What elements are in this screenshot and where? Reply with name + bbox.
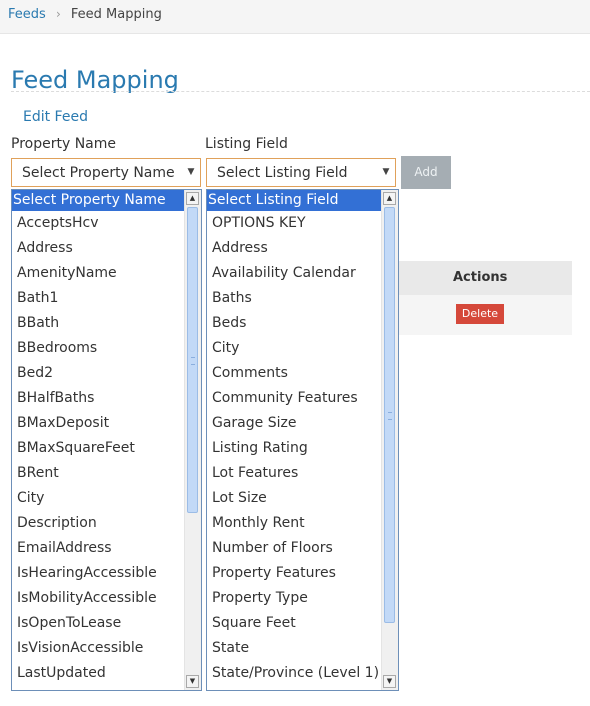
property-option[interactable]: BBath <box>12 311 184 336</box>
property-option[interactable]: IsHearingAccessible <box>12 561 184 586</box>
property-option[interactable]: Address <box>12 236 184 261</box>
breadcrumb-current: Feed Mapping <box>70 7 162 22</box>
property-options: Select Property Name AcceptsHcv Address Ame… <box>12 190 184 686</box>
property-name-label: Property Name <box>11 136 116 152</box>
listing-option[interactable]: Availability Calendar <box>207 261 381 286</box>
property-option[interactable]: AmenityName <box>12 261 184 286</box>
grip-icon <box>388 412 392 420</box>
property-option[interactable]: BHalfBaths <box>12 386 184 411</box>
property-option[interactable]: IsOpenToLease <box>12 611 184 636</box>
property-option[interactable]: BRent <box>12 461 184 486</box>
listing-field-select[interactable]: Select Listing Field ▼ <box>206 158 396 187</box>
property-option[interactable]: Bed2 <box>12 361 184 386</box>
listing-option[interactable]: Lot Size <box>207 486 381 511</box>
property-list-scrollbar[interactable]: ▲ ▼ <box>184 190 201 690</box>
property-scroll-thumb[interactable] <box>187 207 198 513</box>
listing-list-scrollbar[interactable]: ▲ ▼ <box>381 190 398 690</box>
listing-option[interactable]: Baths <box>207 286 381 311</box>
listing-select-value: Select Listing Field <box>217 165 348 181</box>
property-option[interactable]: IsMobilityAccessible <box>12 586 184 611</box>
chevron-down-icon[interactable]: ▼ <box>378 161 394 184</box>
arrow-down-icon[interactable]: ▼ <box>383 675 396 688</box>
actions-column-header: Actions <box>453 270 508 285</box>
property-option[interactable]: City <box>12 486 184 511</box>
listing-option[interactable]: Listing Rating <box>207 436 381 461</box>
listing-option[interactable]: State <box>207 636 381 661</box>
property-option[interactable]: EmailAddress <box>12 536 184 561</box>
listing-option[interactable]: Community Features <box>207 386 381 411</box>
property-option[interactable]: IsVisionAccessible <box>12 636 184 661</box>
arrow-up-icon[interactable]: ▲ <box>186 192 199 205</box>
breadcrumb-bar: Feeds › Feed Mapping <box>0 0 590 34</box>
property-option[interactable]: Select Property Name <box>12 190 184 211</box>
listing-field-dropdown-list[interactable]: Select Listing Field OPTIONS KEY Address Av… <box>206 189 399 691</box>
property-option[interactable]: BMaxSquareFeet <box>12 436 184 461</box>
listing-option[interactable]: Beds <box>207 311 381 336</box>
listing-scroll-thumb[interactable] <box>384 207 395 623</box>
breadcrumb: Feeds › Feed Mapping <box>8 6 162 23</box>
listing-option[interactable]: Monthly Rent <box>207 511 381 536</box>
listing-option[interactable]: Garage Size <box>207 411 381 436</box>
listing-option[interactable]: Lot Features <box>207 461 381 486</box>
property-option[interactable]: BMaxDeposit <box>12 411 184 436</box>
arrow-down-icon[interactable]: ▼ <box>186 675 199 688</box>
grip-icon <box>191 357 195 365</box>
property-option[interactable]: BBedrooms <box>12 336 184 361</box>
arrow-up-icon[interactable]: ▲ <box>383 192 396 205</box>
listing-option[interactable]: Square Feet <box>207 611 381 636</box>
feed-mapping-page: Feeds › Feed Mapping Feed Mapping Edit F… <box>0 0 590 706</box>
property-name-dropdown-list[interactable]: Select Property Name AcceptsHcv Address Ame… <box>11 189 202 691</box>
breadcrumb-link-feeds[interactable]: Feeds <box>8 7 46 22</box>
add-button[interactable]: Add <box>401 156 451 189</box>
chevron-down-icon[interactable]: ▼ <box>183 161 199 184</box>
property-option[interactable]: Description <box>12 511 184 536</box>
listing-options: Select Listing Field OPTIONS KEY Address Av… <box>207 190 381 686</box>
property-option[interactable]: LastUpdated <box>12 661 184 686</box>
edit-feed-link[interactable]: Edit Feed <box>23 108 88 126</box>
listing-option[interactable]: Property Features <box>207 561 381 586</box>
listing-option[interactable]: Address <box>207 236 381 261</box>
listing-option[interactable]: Comments <box>207 361 381 386</box>
listing-option[interactable]: OPTIONS KEY <box>207 211 381 236</box>
property-name-select[interactable]: Select Property Name ▼ <box>11 158 201 187</box>
listing-option[interactable]: State/Province (Level 1) <box>207 661 381 686</box>
listing-option[interactable]: City <box>207 336 381 361</box>
listing-option[interactable]: Number of Floors <box>207 536 381 561</box>
property-select-value: Select Property Name <box>22 165 175 181</box>
listing-option[interactable]: Property Type <box>207 586 381 611</box>
listing-option[interactable]: Select Listing Field <box>207 190 381 211</box>
delete-button[interactable]: Delete <box>456 304 504 324</box>
property-option[interactable]: Bath1 <box>12 286 184 311</box>
title-divider <box>11 91 590 92</box>
property-option[interactable]: AcceptsHcv <box>12 211 184 236</box>
chevron-right-icon: › <box>55 7 61 21</box>
listing-field-label: Listing Field <box>205 136 288 152</box>
